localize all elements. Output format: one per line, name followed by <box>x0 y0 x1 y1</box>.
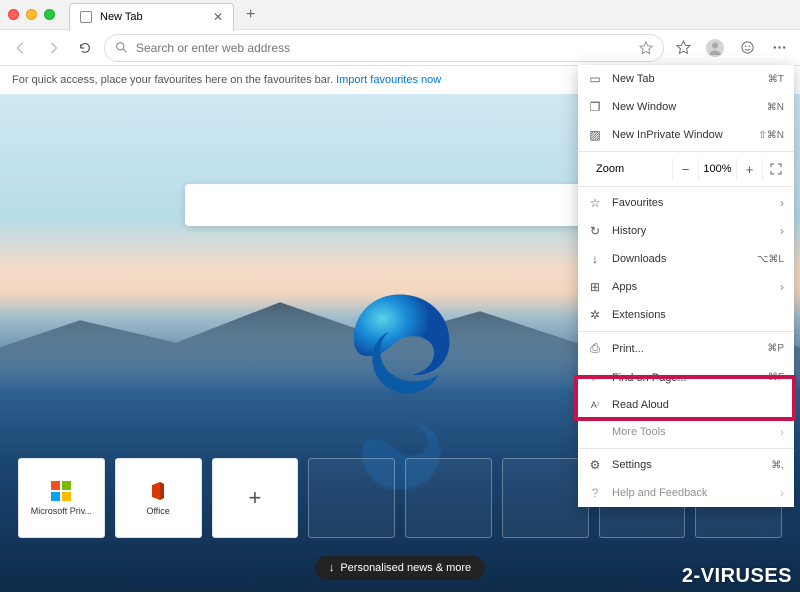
menu-history[interactable]: ↻ History › <box>578 217 794 245</box>
chevron-right-icon: › <box>780 196 784 210</box>
gear-icon: ⚙ <box>588 458 602 472</box>
ntp-search-box[interactable] <box>185 184 615 226</box>
back-button[interactable] <box>8 35 34 61</box>
menu-new-inprivate[interactable]: ▨ New InPrivate Window ⇧⌘N <box>578 121 794 149</box>
close-tab-button[interactable]: ✕ <box>213 10 223 24</box>
star-plus-icon <box>676 40 691 55</box>
titlebar: New Tab ✕ + <box>0 0 800 30</box>
menu-zoom: Zoom − 100% + <box>578 154 794 184</box>
tile-microsoft-privacy[interactable]: Microsoft Priv... <box>18 458 105 538</box>
zoom-window-button[interactable] <box>44 9 55 20</box>
forward-button[interactable] <box>40 35 66 61</box>
menu-print[interactable]: ⎙ Print... ⌘P <box>578 334 794 363</box>
zoom-in-button[interactable]: + <box>736 158 762 180</box>
favourites-button[interactable] <box>670 35 696 61</box>
menu-extensions[interactable]: ✲ Extensions <box>578 301 794 329</box>
chevron-right-icon: › <box>780 486 784 500</box>
profile-button[interactable] <box>702 35 728 61</box>
menu-find[interactable]: ⌕ Find on Page... ⌘F <box>578 363 794 392</box>
tab-title: New Tab <box>100 11 143 23</box>
import-favourites-link[interactable]: Import favourites now <box>336 74 441 86</box>
microsoft-icon <box>50 480 72 502</box>
find-icon: ⌕ <box>588 370 602 385</box>
address-placeholder: Search or enter web address <box>136 41 290 55</box>
menu-new-tab[interactable]: ▭ New Tab ⌘T <box>578 65 794 93</box>
tile-add[interactable]: + <box>212 458 299 538</box>
address-bar[interactable]: Search or enter web address <box>104 34 664 62</box>
feedback-button[interactable] <box>734 35 760 61</box>
print-icon: ⎙ <box>588 341 602 356</box>
extensions-icon: ✲ <box>588 308 602 322</box>
refresh-button[interactable] <box>72 35 98 61</box>
arrow-left-icon <box>14 41 28 55</box>
tile-label: Microsoft Priv... <box>21 506 101 516</box>
plus-icon: + <box>248 485 261 511</box>
tile-office[interactable]: Office <box>115 458 202 538</box>
zoom-value: 100% <box>698 158 736 180</box>
ellipsis-icon <box>772 40 787 55</box>
download-icon: ↓ <box>588 252 602 266</box>
menu-favourites[interactable]: ☆ Favourites › <box>578 189 794 217</box>
chevron-right-icon: › <box>780 224 784 238</box>
close-window-button[interactable] <box>8 9 19 20</box>
zoom-out-button[interactable]: − <box>672 158 698 180</box>
tile-placeholder[interactable] <box>502 458 589 538</box>
more-menu-button[interactable] <box>766 35 792 61</box>
arrow-right-icon <box>46 41 60 55</box>
edge-logo <box>345 289 455 399</box>
tile-placeholder[interactable] <box>405 458 492 538</box>
star-icon: ☆ <box>588 196 602 210</box>
menu-new-window[interactable]: ❐ New Window ⌘N <box>578 93 794 121</box>
window-controls <box>8 9 55 20</box>
menu-more-tools[interactable]: More Tools › <box>578 418 794 446</box>
read-aloud-icon: A⁾ <box>588 400 602 411</box>
search-icon <box>115 41 128 54</box>
tile-placeholder[interactable] <box>308 458 395 538</box>
window-icon: ❐ <box>588 100 602 114</box>
personalised-news-button[interactable]: ↓ Personalised news & more <box>315 556 485 580</box>
history-icon: ↻ <box>588 224 602 238</box>
menu-apps[interactable]: ⊞ Apps › <box>578 273 794 301</box>
toolbar: Search or enter web address <box>0 30 800 66</box>
inprivate-icon: ▨ <box>588 128 602 142</box>
help-icon: ? <box>588 486 602 500</box>
new-tab-button[interactable]: + <box>240 6 261 24</box>
favourite-star-icon[interactable] <box>639 41 653 55</box>
chevron-right-icon: › <box>780 280 784 294</box>
menu-read-aloud[interactable]: A⁾ Read Aloud <box>578 392 794 418</box>
window-icon: ▭ <box>588 72 602 86</box>
more-menu: ▭ New Tab ⌘T ❐ New Window ⌘N ▨ New InPri… <box>578 65 794 507</box>
favourites-prompt-text: For quick access, place your favourites … <box>12 74 333 86</box>
user-avatar-icon <box>705 38 725 58</box>
minimize-window-button[interactable] <box>26 9 37 20</box>
office-icon <box>147 480 169 502</box>
refresh-icon <box>78 41 92 55</box>
fullscreen-button[interactable] <box>762 158 788 180</box>
news-button-label: Personalised news & more <box>340 562 471 574</box>
tile-label: Office <box>118 506 198 516</box>
chevron-right-icon: › <box>780 425 784 439</box>
menu-settings[interactable]: ⚙ Settings ⌘, <box>578 451 794 479</box>
arrow-down-icon: ↓ <box>329 562 335 574</box>
fullscreen-icon <box>770 163 782 175</box>
menu-help[interactable]: ? Help and Feedback › <box>578 479 794 507</box>
menu-downloads[interactable]: ↓ Downloads ⌥⌘L <box>578 245 794 273</box>
page-icon <box>80 11 92 23</box>
smiley-icon <box>740 40 755 55</box>
watermark: 2-VIRUSES <box>682 565 792 588</box>
browser-tab[interactable]: New Tab ✕ <box>69 3 234 31</box>
apps-icon: ⊞ <box>588 280 602 294</box>
